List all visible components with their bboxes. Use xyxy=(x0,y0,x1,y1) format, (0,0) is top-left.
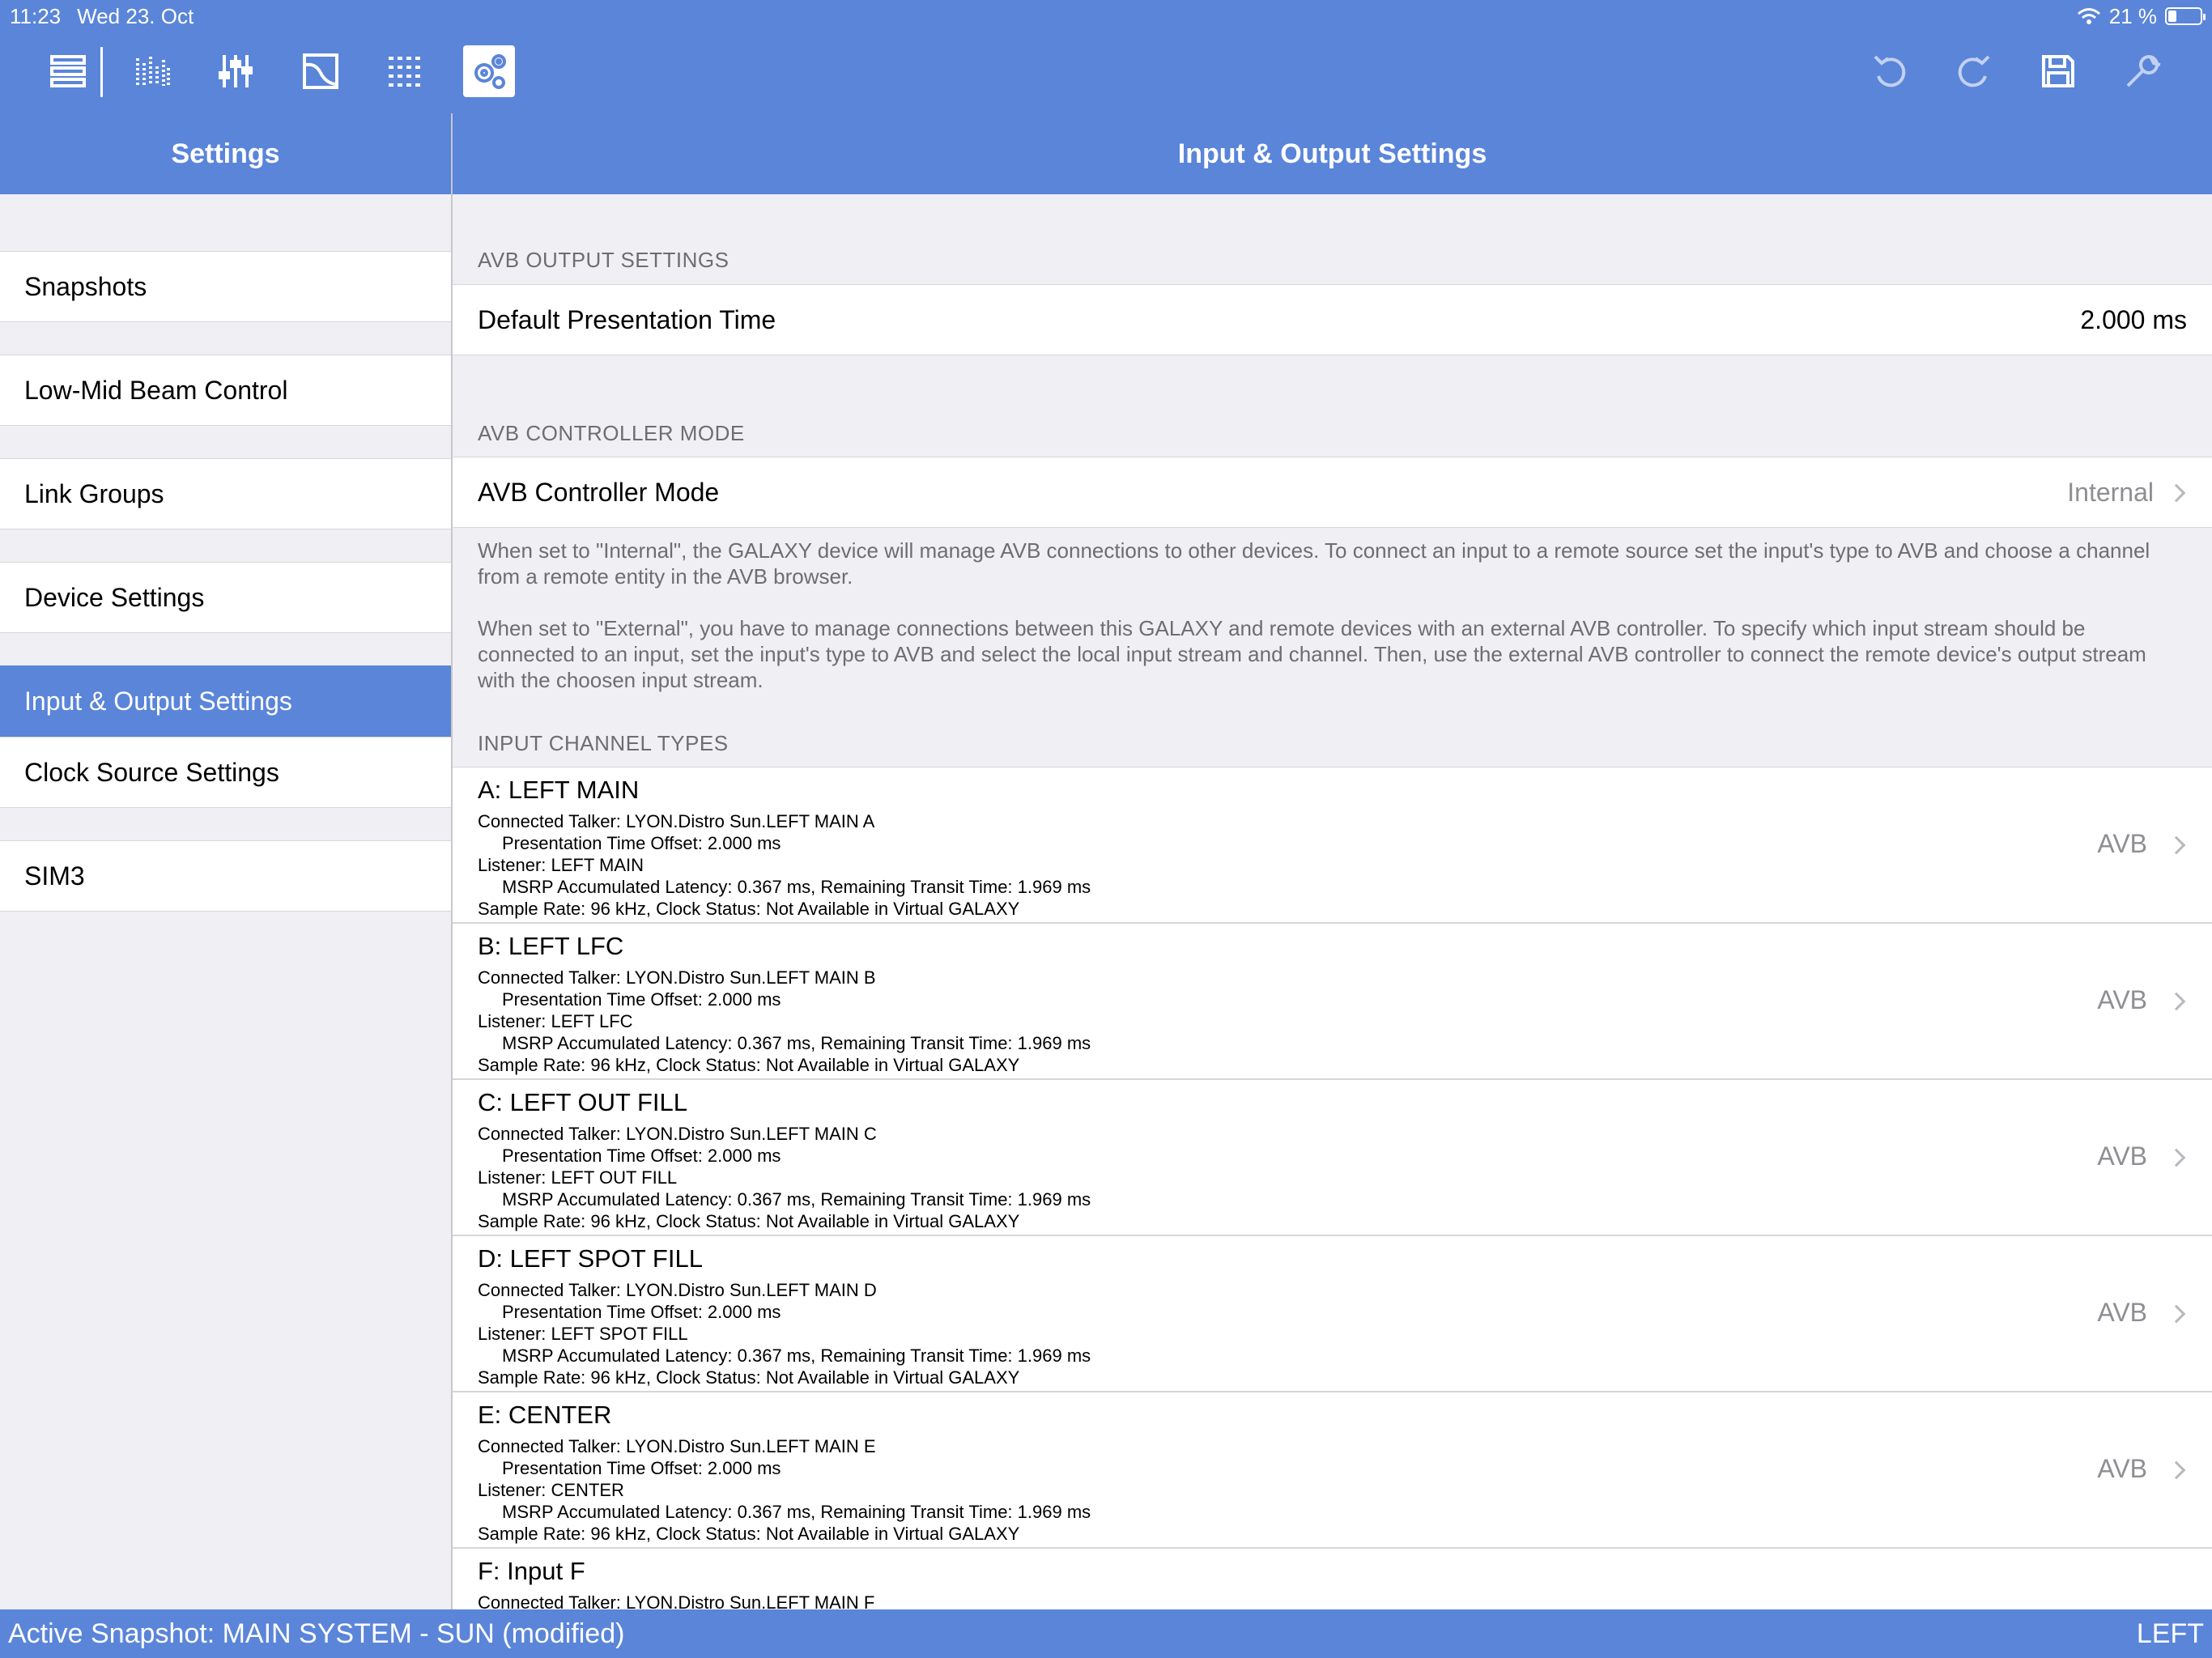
channel-latency: MSRP Accumulated Latency: 0.367 ms, Rema… xyxy=(502,1502,1091,1522)
channel-offset: Presentation Time Offset: 2.000 ms xyxy=(502,989,781,1010)
channel-offset: Presentation Time Offset: 2.000 ms xyxy=(502,833,781,853)
toolbar xyxy=(0,32,2212,113)
side-indicator: LEFT xyxy=(2136,1618,2204,1649)
status-date: Wed 23. Oct xyxy=(77,3,194,28)
channel-title: F: Input F xyxy=(478,1557,585,1585)
input-channel-row[interactable]: A: LEFT MAIN Connected Talker: LYON.Dist… xyxy=(453,767,2212,923)
channel-title: E: CENTER xyxy=(478,1401,612,1429)
channel-talker: Connected Talker: LYON.Distro Sun.LEFT M… xyxy=(478,811,875,831)
status-bar: 11:23 Wed 23. Oct 21 % xyxy=(0,0,2212,32)
battery-icon xyxy=(2165,7,2206,25)
channel-sample-rate: Sample Rate: 96 kHz, Clock Status: Not A… xyxy=(478,1524,1020,1544)
section-header-avb-controller: AVB CONTROLLER MODE xyxy=(478,421,745,445)
channel-title: C: LEFT OUT FILL xyxy=(478,1088,687,1116)
sidebar-item-snapshots[interactable]: Snapshots xyxy=(0,251,451,322)
avb-controller-mode-label: AVB Controller Mode xyxy=(478,478,720,507)
input-channel-row[interactable]: C: LEFT OUT FILL Connected Talker: LYON.… xyxy=(453,1079,2212,1235)
chevron-right-icon xyxy=(2167,1148,2186,1167)
channel-latency: MSRP Accumulated Latency: 0.367 ms, Rema… xyxy=(502,877,1091,897)
channel-title: D: LEFT SPOT FILL xyxy=(478,1244,703,1273)
avb-internal-note: When set to "Internal", the GALAXY devic… xyxy=(478,538,2150,589)
channel-sample-rate: Sample Rate: 96 kHz, Clock Status: Not A… xyxy=(478,1211,1020,1231)
channel-latency: MSRP Accumulated Latency: 0.367 ms, Rema… xyxy=(502,1189,1091,1209)
channel-listener: Listener: LEFT MAIN xyxy=(478,855,644,875)
input-channel-row[interactable]: B: LEFT LFC Connected Talker: LYON.Distr… xyxy=(453,923,2212,1079)
chevron-right-icon xyxy=(2167,1460,2186,1480)
channel-talker: Connected Talker: LYON.Distro Sun.LEFT M… xyxy=(478,1592,875,1609)
chevron-right-icon xyxy=(2167,483,2186,503)
eq-curve-icon[interactable] xyxy=(295,45,347,97)
chevron-right-icon xyxy=(2167,835,2186,855)
channel-listener: Listener: LEFT LFC xyxy=(478,1011,633,1031)
section-header-input-channels: INPUT CHANNEL TYPES xyxy=(478,731,729,755)
active-snapshot-label: Active Snapshot: MAIN SYSTEM - SUN (modi… xyxy=(8,1618,625,1649)
grid-icon[interactable] xyxy=(379,45,431,97)
channel-title: B: LEFT LFC xyxy=(478,932,624,960)
default-presentation-time-row[interactable]: Default Presentation Time 2.000 ms xyxy=(453,284,2212,355)
settings-detail: AVB OUTPUT SETTINGS Default Presentation… xyxy=(453,194,2212,1609)
channel-sample-rate: Sample Rate: 96 kHz, Clock Status: Not A… xyxy=(478,899,1020,919)
input-channel-row[interactable]: D: LEFT SPOT FILL Connected Talker: LYON… xyxy=(453,1235,2212,1392)
chevron-right-icon xyxy=(2167,1304,2186,1324)
default-presentation-time-label: Default Presentation Time xyxy=(478,305,776,334)
channel-talker: Connected Talker: LYON.Distro Sun.LEFT M… xyxy=(478,967,876,988)
sidebar-item-input-output-settings[interactable]: Input & Output Settings xyxy=(0,665,451,737)
channel-talker: Connected Talker: LYON.Distro Sun.LEFT M… xyxy=(478,1436,876,1456)
bottom-status-bar: Active Snapshot: MAIN SYSTEM - SUN (modi… xyxy=(0,1609,2212,1658)
sidebar-item-low-mid-beam-control[interactable]: Low-Mid Beam Control xyxy=(0,355,451,426)
chevron-right-icon xyxy=(2167,992,2186,1011)
meters-icon[interactable] xyxy=(126,45,178,97)
settings-gears-icon[interactable] xyxy=(463,45,515,97)
devices-list-icon[interactable] xyxy=(42,45,94,97)
channel-type: AVB xyxy=(2097,985,2147,1014)
sidebar-title: Settings xyxy=(0,113,451,194)
toolbar-separator xyxy=(100,47,103,97)
default-presentation-time-value: 2.000 ms xyxy=(2080,305,2187,334)
channel-talker: Connected Talker: LYON.Distro Sun.LEFT M… xyxy=(478,1280,877,1300)
battery-percent: 21 % xyxy=(2108,3,2157,28)
sidebar-item-device-settings[interactable]: Device Settings xyxy=(0,562,451,633)
channel-listener: Listener: LEFT SPOT FILL xyxy=(478,1324,688,1344)
channel-type: AVB xyxy=(2097,1298,2147,1327)
channel-sample-rate: Sample Rate: 96 kHz, Clock Status: Not A… xyxy=(478,1367,1020,1388)
channel-type: AVB xyxy=(2097,829,2147,858)
channel-offset: Presentation Time Offset: 2.000 ms xyxy=(502,1302,781,1322)
sidebar-item-sim3[interactable]: SIM3 xyxy=(0,840,451,912)
sidebar: Snapshots Low-Mid Beam Control Link Grou… xyxy=(0,194,451,1609)
section-header-avb-output: AVB OUTPUT SETTINGS xyxy=(478,248,730,272)
channel-offset: Presentation Time Offset: 2.000 ms xyxy=(502,1458,781,1478)
redo-icon[interactable] xyxy=(1948,45,2000,97)
input-channel-row[interactable]: E: CENTER Connected Talker: LYON.Distro … xyxy=(453,1392,2212,1548)
channel-listener: Listener: CENTER xyxy=(478,1480,624,1500)
channel-latency: MSRP Accumulated Latency: 0.367 ms, Rema… xyxy=(502,1346,1091,1366)
wrench-icon[interactable] xyxy=(2116,45,2168,97)
channel-type: AVB xyxy=(2097,1141,2147,1171)
channel-listener: Listener: LEFT OUT FILL xyxy=(478,1167,678,1188)
faders-icon[interactable] xyxy=(210,45,262,97)
page-title: Input & Output Settings xyxy=(453,113,2212,194)
channel-sample-rate: Sample Rate: 96 kHz, Clock Status: Not A… xyxy=(478,1055,1020,1075)
save-icon[interactable] xyxy=(2032,45,2084,97)
channel-latency: MSRP Accumulated Latency: 0.367 ms, Rema… xyxy=(502,1033,1091,1053)
avb-external-note: When set to "External", you have to mana… xyxy=(478,616,2146,692)
channel-type: AVB xyxy=(2097,1454,2147,1483)
sidebar-item-clock-source-settings[interactable]: Clock Source Settings xyxy=(0,737,451,808)
wifi-icon xyxy=(2077,8,2100,24)
avb-controller-mode-value: Internal xyxy=(2067,478,2154,507)
sidebar-item-link-groups[interactable]: Link Groups xyxy=(0,458,451,529)
channel-title: A: LEFT MAIN xyxy=(478,776,640,804)
undo-icon[interactable] xyxy=(1864,45,1916,97)
channel-talker: Connected Talker: LYON.Distro Sun.LEFT M… xyxy=(478,1124,877,1144)
input-channel-row[interactable]: F: Input F Connected Talker: LYON.Distro… xyxy=(453,1548,2212,1609)
channel-offset: Presentation Time Offset: 2.000 ms xyxy=(502,1146,781,1166)
status-time: 11:23 xyxy=(10,3,62,28)
avb-controller-mode-row[interactable]: AVB Controller Mode Internal xyxy=(453,457,2212,528)
